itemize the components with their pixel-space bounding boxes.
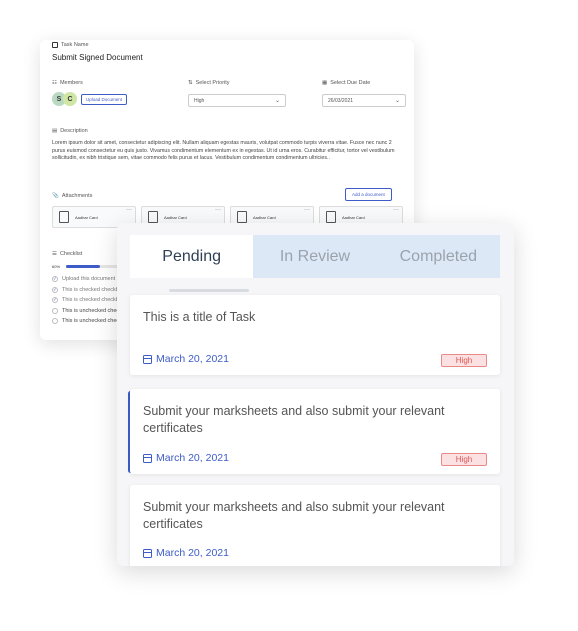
- priority-badge: High: [441, 453, 487, 466]
- document-icon: [148, 211, 158, 223]
- members-label: ☷ Members: [52, 80, 83, 86]
- document-icon: [326, 211, 336, 223]
- members-avatars: S C Upload Document: [52, 92, 128, 106]
- attachment-name: Aadhar Card: [75, 214, 98, 220]
- priority-value: High: [194, 97, 205, 104]
- checkbox-unchecked-icon[interactable]: [52, 307, 58, 314]
- task-title: Submit Signed Document: [52, 53, 143, 62]
- upload-document-button[interactable]: Upload Document: [81, 93, 128, 105]
- more-options-icon[interactable]: ···: [215, 207, 221, 213]
- checkbox-unchecked-icon[interactable]: [52, 318, 58, 325]
- task-icon: [52, 42, 58, 48]
- attachment-name: Aadhar Card: [342, 214, 365, 220]
- more-options-icon[interactable]: ···: [393, 207, 399, 213]
- task-card-title: This is a title of Task: [143, 310, 256, 324]
- calendar-icon: ▦: [322, 80, 328, 86]
- members-icon: ☷: [52, 80, 57, 86]
- tab-completed[interactable]: Completed: [377, 235, 500, 278]
- status-tabs: Pending In Review Completed: [130, 235, 500, 278]
- priority-select[interactable]: High ⌄: [188, 94, 286, 107]
- avatar[interactable]: C: [63, 92, 77, 106]
- calendar-icon: [143, 354, 152, 364]
- tab-in-review[interactable]: In Review: [253, 235, 376, 278]
- task-card-date: March 20, 2021: [156, 547, 229, 559]
- task-card-date: March 20, 2021: [156, 353, 229, 365]
- due-date-value: 26/03/2021: [328, 97, 354, 104]
- checklist-progress-bar: [66, 265, 122, 268]
- chevron-down-icon: ⌄: [394, 98, 400, 104]
- tab-pending[interactable]: Pending: [130, 235, 254, 278]
- task-card-date: March 20, 2021: [156, 452, 229, 464]
- checkbox-checked-icon[interactable]: ✓: [52, 297, 58, 304]
- due-date-label: ▦ Select Due Date: [322, 80, 371, 86]
- priority-icon: ⇅: [188, 80, 193, 86]
- chevron-down-icon: ⌄: [274, 98, 280, 104]
- task-card-title: Submit your marksheets and also submit y…: [143, 404, 445, 435]
- document-icon: [59, 211, 69, 223]
- task-card[interactable]: This is a title of Task March 20, 2021 H…: [130, 295, 500, 375]
- description-text: Lorem ipsum dolor sit amet, consectetur …: [52, 140, 395, 161]
- description-icon: ▤: [52, 128, 58, 134]
- checkbox-checked-icon[interactable]: ✓: [52, 286, 58, 293]
- attachment-name: Aadhar Card: [164, 214, 187, 220]
- priority-label: ⇅ Select Priority: [188, 80, 230, 86]
- task-card-meta: March 20, 2021: [143, 547, 229, 559]
- task-card[interactable]: Submit your marksheets and also submit y…: [130, 389, 500, 474]
- task-card-meta: March 20, 2021: [143, 452, 229, 464]
- checklist-label: ☰ Checklist: [52, 251, 83, 257]
- checklist-icon: ☰: [52, 251, 57, 257]
- document-icon: [237, 211, 247, 223]
- more-options-icon[interactable]: ···: [304, 207, 310, 213]
- more-options-icon[interactable]: ···: [126, 207, 132, 213]
- attachment-name: Aadhar Card: [253, 214, 276, 220]
- attachments-label: 📎 Attachments: [52, 193, 93, 199]
- calendar-icon: [143, 548, 152, 558]
- task-list-card: Pending In Review Completed This is a ti…: [117, 223, 514, 566]
- paperclip-icon: 📎: [52, 193, 59, 199]
- task-card-title: Submit your marksheets and also submit y…: [143, 500, 445, 531]
- priority-badge: High: [441, 354, 487, 367]
- tab-scroll-indicator: [169, 289, 249, 292]
- task-card[interactable]: Submit your marksheets and also submit y…: [130, 485, 500, 566]
- checkbox-checked-icon[interactable]: ✓: [52, 276, 58, 283]
- due-date-select[interactable]: 26/03/2021 ⌄: [322, 94, 406, 107]
- description-label: ▤ Description: [52, 128, 88, 134]
- task-card-meta: March 20, 2021: [143, 353, 229, 365]
- calendar-icon: [143, 453, 152, 463]
- add-document-button[interactable]: Add a document: [345, 188, 392, 201]
- progress-fill: [66, 265, 100, 268]
- task-name-label: Task Name: [52, 42, 89, 48]
- checklist-progress-text: 60%: [52, 264, 61, 269]
